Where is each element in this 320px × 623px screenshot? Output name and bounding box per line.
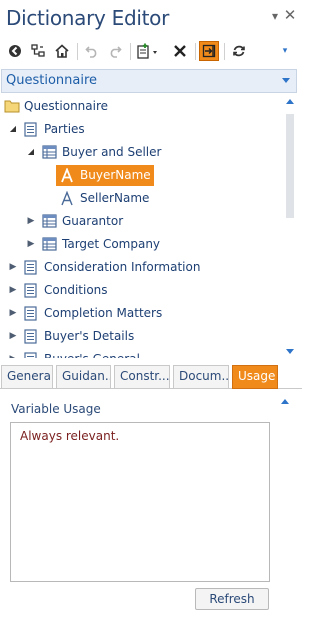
- tree-node[interactable]: ▶ Guarantor: [0, 211, 282, 232]
- toolbar-separator: [77, 43, 78, 60]
- usage-panel: Variable Usage Always relevant. Refresh: [0, 390, 302, 623]
- scroll-up-icon[interactable]: [281, 399, 289, 404]
- tree-node-label: Consideration Information: [44, 260, 201, 274]
- pin-dropdown-icon[interactable]: ▾: [268, 9, 282, 23]
- refresh-icon[interactable]: [229, 41, 249, 61]
- tree-node[interactable]: ▶ Consideration Information: [0, 257, 282, 278]
- tree-node-label: Questionnaire: [24, 99, 109, 113]
- tree-node[interactable]: ▶ Buyer's General: [0, 349, 282, 358]
- tree-node[interactable]: ◢ Buyer and Seller: [0, 142, 282, 163]
- expand-arrow-icon[interactable]: ▶: [26, 238, 36, 250]
- usage-textbox[interactable]: Always relevant.: [10, 422, 270, 582]
- document-icon: [24, 306, 38, 321]
- text-variable-icon: [60, 167, 74, 183]
- text-variable-icon: [60, 190, 74, 206]
- tab-constraints[interactable]: Constr...: [114, 365, 170, 389]
- title-bar: Dictionary Editor ▾ ✕: [0, 0, 302, 36]
- tab-guidance[interactable]: Guidan...: [56, 365, 111, 389]
- back-icon[interactable]: [5, 41, 25, 61]
- toolbar: ▾: [0, 38, 302, 66]
- redo-icon[interactable]: [105, 41, 125, 61]
- tree-node[interactable]: ▶ Target Company: [0, 234, 282, 255]
- usage-scrollbar[interactable]: [278, 390, 292, 623]
- tree-node-label: Guarantor: [62, 214, 124, 228]
- tree-node[interactable]: ◢ Parties: [0, 119, 282, 140]
- collapse-arrow-icon[interactable]: ◢: [8, 123, 18, 135]
- questionnaire-selector[interactable]: Questionnaire: [1, 69, 297, 93]
- tree-scrollbar[interactable]: [284, 96, 296, 358]
- tree-node[interactable]: ▶ Conditions: [0, 280, 282, 301]
- toolbar-separator: [224, 43, 225, 60]
- expand-arrow-icon[interactable]: ▶: [8, 284, 18, 296]
- table-icon: [42, 145, 57, 160]
- home-icon[interactable]: [52, 41, 72, 61]
- document-icon: [24, 260, 38, 275]
- refresh-button[interactable]: Refresh: [195, 588, 269, 610]
- window-title: Dictionary Editor: [6, 6, 170, 30]
- document-icon: [24, 329, 38, 344]
- scroll-up-icon[interactable]: [286, 99, 294, 104]
- tree-node-label: Buyer's Details: [44, 329, 135, 343]
- table-icon: [42, 214, 57, 229]
- expand-arrow-icon[interactable]: ▶: [8, 330, 18, 342]
- tree-node[interactable]: BuyerName: [0, 165, 282, 186]
- tree-node-label: Buyer's General: [44, 352, 140, 358]
- dock-panel-icon[interactable]: [199, 41, 219, 61]
- tree-node-label: Parties: [44, 122, 85, 136]
- usage-text: Always relevant.: [20, 429, 120, 443]
- scroll-down-icon[interactable]: [286, 349, 294, 354]
- hierarchy-icon[interactable]: [28, 41, 48, 61]
- expand-arrow-icon[interactable]: ▶: [8, 353, 18, 358]
- tree-node-label: Conditions: [44, 283, 108, 297]
- dictionary-tree: Questionnaire ◢ Parties ◢ Buyer and Seller Bu…: [0, 96, 282, 358]
- delete-icon[interactable]: [170, 41, 190, 61]
- tree-node-label: Target Company: [62, 237, 161, 251]
- toolbar-separator: [130, 43, 131, 60]
- tree-node-label: Buyer and Seller: [62, 145, 162, 159]
- folder-icon: [4, 99, 20, 114]
- collapse-arrow-icon[interactable]: ◢: [26, 146, 36, 158]
- undo-icon[interactable]: [82, 41, 102, 61]
- chevron-down-icon: [282, 78, 290, 83]
- property-tabs: General Guidan... Constr... Docum... Usa…: [0, 365, 302, 389]
- tab-general[interactable]: General: [1, 365, 53, 389]
- tab-usage[interactable]: Usage: [232, 365, 278, 389]
- new-item-dropdown-icon[interactable]: [135, 41, 163, 61]
- tree-node[interactable]: SellerName: [0, 188, 282, 209]
- tree-node[interactable]: ▶ Completion Matters: [0, 303, 282, 324]
- scrollbar-thumb[interactable]: [286, 114, 294, 218]
- expand-arrow-icon[interactable]: ▶: [8, 261, 18, 273]
- tree-node[interactable]: Questionnaire: [0, 96, 282, 117]
- tree-node-label: BuyerName: [80, 168, 151, 182]
- close-icon[interactable]: ✕: [283, 6, 297, 24]
- tree-node[interactable]: ▶ Buyer's Details: [0, 326, 282, 347]
- selector-value: Questionnaire: [6, 73, 98, 88]
- toolbar-separator: [195, 43, 196, 60]
- document-icon: [24, 283, 38, 298]
- variable-usage-heading: Variable Usage: [11, 402, 101, 416]
- tree-node-label: Completion Matters: [44, 306, 163, 320]
- tab-documents[interactable]: Docum...: [173, 365, 229, 389]
- toolbar-overflow-icon[interactable]: ▾: [278, 41, 292, 61]
- expand-arrow-icon[interactable]: ▶: [26, 215, 36, 227]
- tree-node-label: SellerName: [80, 191, 150, 205]
- table-icon: [42, 237, 57, 252]
- expand-arrow-icon[interactable]: ▶: [8, 307, 18, 319]
- document-icon: [24, 122, 38, 137]
- document-icon: [24, 352, 38, 358]
